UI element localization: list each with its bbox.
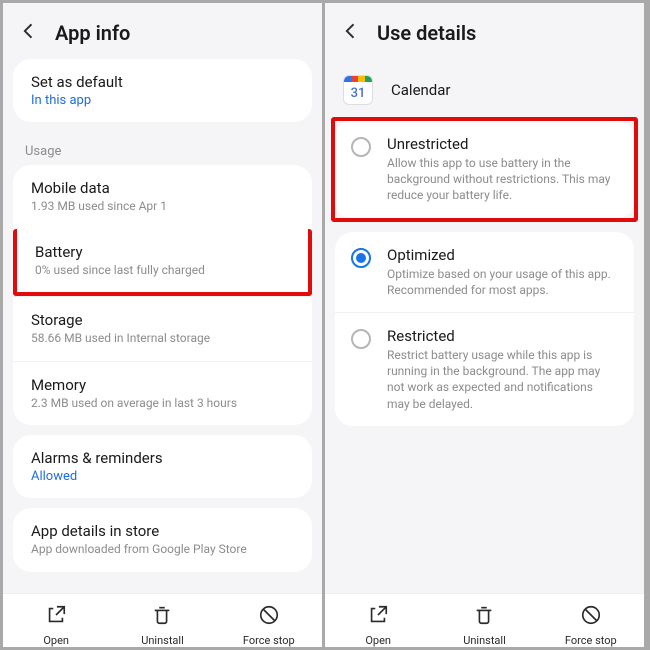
row-subtitle: Allowed (31, 469, 294, 484)
row-title: Set as default (31, 73, 294, 91)
page-title: Use details (377, 21, 476, 45)
option-optimized[interactable]: Optimized Optimize based on your usage o… (335, 232, 634, 312)
radio-icon (351, 329, 371, 349)
row-subtitle: 0% used since last fully charged (35, 263, 290, 279)
row-title: Mobile data (31, 179, 294, 197)
option-title: Restricted (387, 327, 618, 345)
row-subtitle: 2.3 MB used on average in last 3 hours (31, 396, 294, 412)
row-alarms[interactable]: Alarms & reminders Allowed (13, 435, 312, 498)
header-use-details: Use details (325, 3, 644, 59)
card-options: Optimized Optimize based on your usage o… (335, 232, 634, 426)
row-subtitle: 58.66 MB used in Internal storage (31, 331, 294, 347)
open-label: Open (365, 634, 391, 647)
card-alarms: Alarms & reminders Allowed (13, 435, 312, 498)
section-label-usage: Usage (3, 132, 322, 165)
trash-icon (473, 604, 495, 630)
open-external-icon (367, 604, 389, 630)
app-name: Calendar (391, 81, 451, 99)
force-stop-label: Force stop (565, 634, 617, 647)
chevron-left-icon[interactable] (341, 21, 361, 45)
force-stop-button[interactable]: Force stop (216, 604, 322, 647)
option-title: Unrestricted (387, 135, 618, 153)
calendar-day: 31 (344, 82, 372, 104)
uninstall-label: Uninstall (141, 634, 184, 647)
card-usage: Mobile data 1.93 MB used since Apr 1 Bat… (13, 165, 312, 425)
option-subtitle: Optimize based on your usage of this app… (387, 266, 618, 298)
bottom-bar: Open Uninstall Force stop (3, 593, 322, 647)
open-external-icon (45, 604, 67, 630)
row-title: App details in store (31, 522, 294, 540)
row-store-details[interactable]: App details in store App downloaded from… (13, 508, 312, 572)
app-identity-row: 31 Calendar (325, 59, 644, 117)
row-storage[interactable]: Storage 58.66 MB used in Internal storag… (13, 296, 312, 361)
uninstall-button[interactable]: Uninstall (431, 604, 537, 647)
bottom-bar: Open Uninstall Force stop (325, 593, 644, 647)
row-subtitle: In this app (31, 93, 294, 108)
stop-icon (258, 604, 280, 630)
card-store-details: App details in store App downloaded from… (13, 508, 312, 572)
settings-list: Set as default In this app Usage Mobile … (3, 59, 322, 593)
force-stop-label: Force stop (243, 634, 295, 647)
row-set-as-default[interactable]: Set as default In this app (13, 59, 312, 122)
radio-icon (351, 137, 371, 157)
header-app-info: App info (3, 3, 322, 59)
row-title: Storage (31, 311, 294, 329)
chevron-left-icon[interactable] (19, 21, 39, 45)
open-button[interactable]: Open (3, 604, 109, 647)
radio-icon (351, 248, 371, 268)
stop-icon (580, 604, 602, 630)
uninstall-label: Uninstall (463, 634, 506, 647)
force-stop-button[interactable]: Force stop (538, 604, 644, 647)
page-title: App info (55, 21, 130, 45)
option-subtitle: Allow this app to use battery in the bac… (387, 155, 618, 204)
calendar-icon: 31 (343, 75, 373, 105)
open-button[interactable]: Open (325, 604, 431, 647)
option-restricted[interactable]: Restricted Restrict battery usage while … (335, 312, 634, 426)
row-memory[interactable]: Memory 2.3 MB used on average in last 3 … (13, 361, 312, 426)
row-battery[interactable]: Battery 0% used since last fully charged (13, 229, 312, 297)
row-mobile-data[interactable]: Mobile data 1.93 MB used since Apr 1 (13, 165, 312, 229)
option-title: Optimized (387, 246, 618, 264)
option-unrestricted[interactable]: Unrestricted Allow this app to use batte… (335, 121, 634, 218)
row-title: Battery (35, 243, 290, 261)
row-title: Alarms & reminders (31, 449, 294, 467)
row-title: Memory (31, 376, 294, 394)
highlight-unrestricted: Unrestricted Allow this app to use batte… (331, 117, 638, 222)
left-pane: App info Set as default In this app Usag… (3, 3, 325, 647)
row-subtitle: 1.93 MB used since Apr 1 (31, 199, 294, 215)
row-subtitle: App downloaded from Google Play Store (31, 542, 294, 558)
uninstall-button[interactable]: Uninstall (109, 604, 215, 647)
card-default: Set as default In this app (13, 59, 312, 122)
trash-icon (151, 604, 173, 630)
right-pane: Use details 31 Calendar Unrestricted All… (325, 3, 647, 647)
option-subtitle: Restrict battery usage while this app is… (387, 347, 618, 412)
open-label: Open (43, 634, 69, 647)
